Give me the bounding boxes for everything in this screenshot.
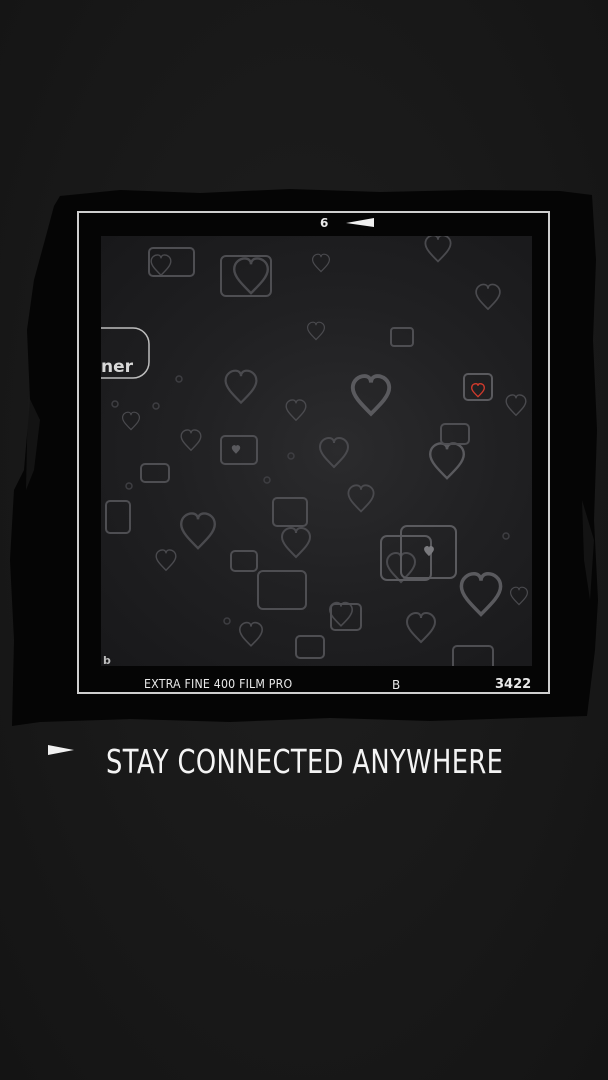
frame-number: 6 [320, 216, 329, 230]
triangle-left-icon [346, 218, 374, 227]
headline-row: STAY CONNECTED ANYWHERE [46, 738, 566, 788]
film-count-label: 3422 [495, 677, 532, 692]
triangle-right-icon [48, 745, 74, 755]
screen: ner 6 b EXTRA FINE 400 FILM PRO B 3422 S… [0, 0, 608, 1080]
headline: STAY CONNECTED ANYWHERE [106, 742, 504, 781]
heart-pattern: ner [101, 236, 529, 666]
film-mode-label: B [392, 678, 401, 692]
photo-area: ner [101, 236, 532, 666]
corner-mark: b [103, 654, 111, 667]
film-stock-text: EXTRA FINE 400 FILM PRO [144, 677, 293, 691]
partial-badge-text: ner [101, 357, 134, 377]
film-stock-label: EXTRA FINE 400 FILM PRO [144, 677, 305, 691]
